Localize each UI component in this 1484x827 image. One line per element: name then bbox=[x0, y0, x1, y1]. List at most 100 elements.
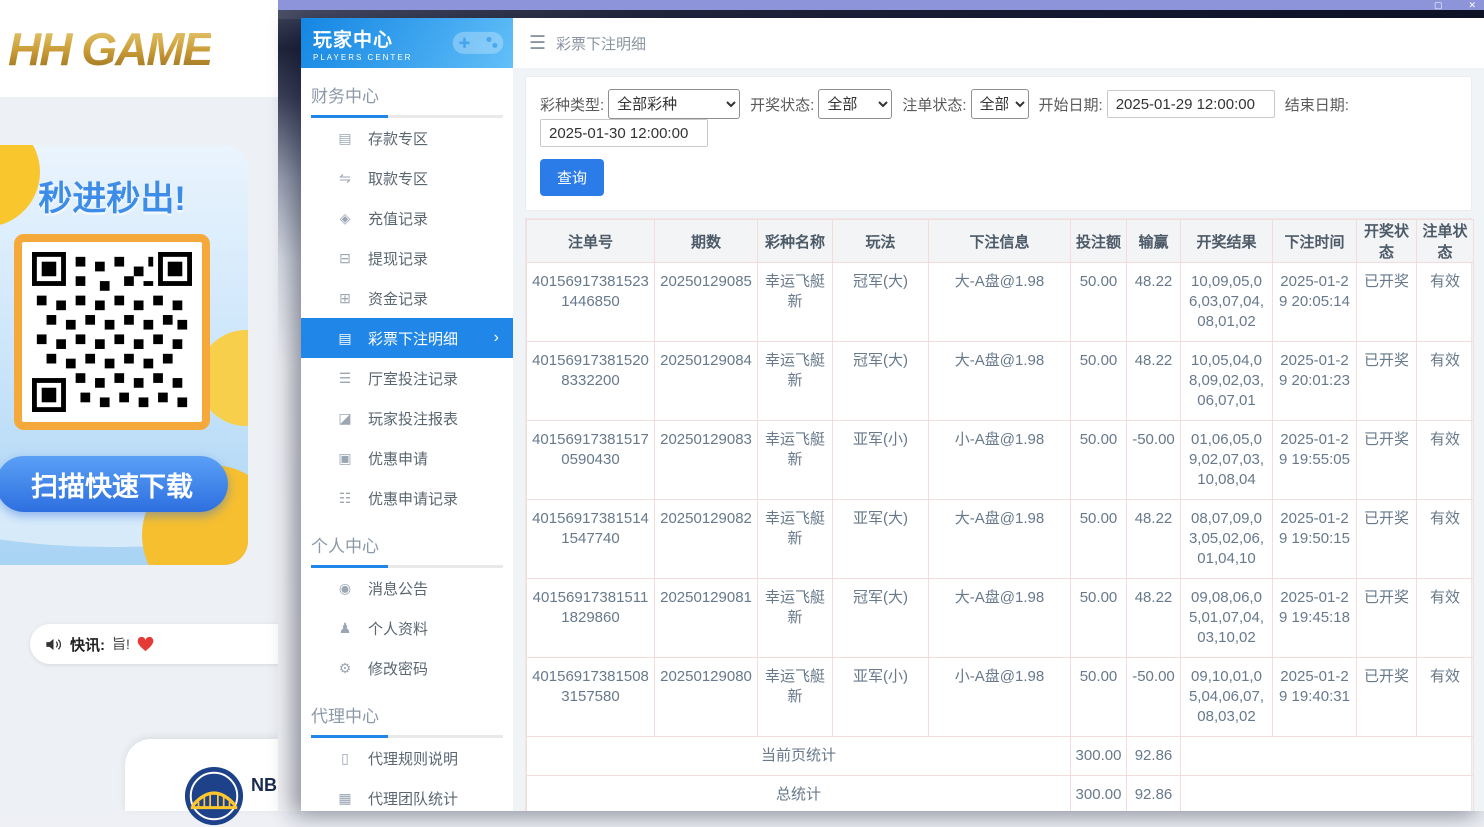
cell: 50.00 bbox=[1071, 500, 1127, 579]
cell: -50.00 bbox=[1127, 421, 1181, 500]
sidebar-item-promo-record[interactable]: ☷ 优惠申请记录 bbox=[301, 478, 513, 518]
cell: 2025-01-29 19:45:18 bbox=[1273, 579, 1357, 658]
funds-icon: ⊞ bbox=[337, 290, 353, 307]
lottery-type-select[interactable]: 全部彩种 bbox=[608, 89, 740, 119]
main-content: ☰ 彩票下注明细 彩种类型: 全部彩种 开奖状态: 全部 注单状态: 全部 bbox=[513, 18, 1484, 811]
cell: 2025-01-29 20:01:23 bbox=[1273, 342, 1357, 421]
sidebar-item-label: 代理规则说明 bbox=[368, 748, 458, 769]
sidebar-item-profile[interactable]: ♟ 个人资料 bbox=[301, 608, 513, 648]
cell: 幸运飞艇新 bbox=[758, 342, 833, 421]
promo-headline: 秒进秒出! bbox=[38, 171, 185, 220]
column-header: 下注时间 bbox=[1273, 220, 1357, 263]
cell: 大-A盘@1.98 bbox=[929, 263, 1071, 342]
end-date-input[interactable] bbox=[540, 119, 708, 147]
sidebar-item-change-password[interactable]: ⚙ 修改密码 bbox=[301, 648, 513, 688]
cell: 2025-01-29 19:50:15 bbox=[1273, 500, 1357, 579]
cell: 已开奖 bbox=[1357, 421, 1417, 500]
cell: 冠军(大) bbox=[833, 263, 929, 342]
sidebar-item-agent-rules[interactable]: ▯ 代理规则说明 bbox=[301, 738, 513, 778]
sidebar-item-withdraw[interactable]: ⇋ 取款专区 bbox=[301, 158, 513, 198]
bet-table: 注单号 期数 彩种名称 玩法 下注信息 投注额 输赢 开奖结果 下注时间 开奖状… bbox=[525, 218, 1472, 811]
sidebar-item-withdraw-record[interactable]: ⊟ 提现记录 bbox=[301, 238, 513, 278]
cell: 大-A盘@1.98 bbox=[929, 500, 1071, 579]
close-icon[interactable]: ✕ bbox=[1468, 1, 1476, 10]
cell: 幸运飞艇新 bbox=[758, 500, 833, 579]
nba-news-card[interactable]: NB bbox=[125, 739, 281, 811]
sidebar-item-label: 消息公告 bbox=[368, 578, 428, 599]
cell: 20250129081 bbox=[655, 579, 758, 658]
scan-download-button[interactable]: 扫描快速下载 bbox=[0, 456, 228, 512]
cell: 有效 bbox=[1417, 579, 1474, 658]
cell: -50.00 bbox=[1127, 658, 1181, 737]
sidebar-item-agent-team-stats[interactable]: ▦ 代理团队统计 bbox=[301, 778, 513, 811]
cell: 有效 bbox=[1417, 263, 1474, 342]
table-row: 401569173815170590430 20250129083 幸运飞艇新 … bbox=[527, 421, 1474, 500]
sidebar-item-promo-apply[interactable]: ▣ 优惠申请 bbox=[301, 438, 513, 478]
ticker-label: 快讯: bbox=[70, 634, 105, 655]
cell: 已开奖 bbox=[1357, 263, 1417, 342]
cell: 401569173815111829860 bbox=[527, 579, 655, 658]
cell: 50.00 bbox=[1071, 421, 1127, 500]
cell: 20250129080 bbox=[655, 658, 758, 737]
sidebar-item-hall-bet-record[interactable]: ☰ 厅室投注记录 bbox=[301, 358, 513, 398]
hamburger-icon[interactable]: ☰ bbox=[529, 32, 546, 55]
qr-code-image bbox=[32, 252, 192, 412]
sidebar-item-recharge-record[interactable]: ◈ 充值记录 bbox=[301, 198, 513, 238]
sidebar-item-label: 优惠申请 bbox=[368, 448, 428, 469]
summary-winloss-total: 92.86 bbox=[1127, 776, 1181, 812]
window-titlebar: ▢ ✕ bbox=[278, 0, 1484, 10]
cell: 08,07,09,03,05,02,06,01,04,10 bbox=[1181, 500, 1273, 579]
column-header: 下注信息 bbox=[929, 220, 1071, 263]
cell: 09,08,06,05,01,07,04,03,10,02 bbox=[1181, 579, 1273, 658]
section-title-personal: 个人中心 bbox=[311, 532, 503, 557]
cell: 小-A盘@1.98 bbox=[929, 421, 1071, 500]
cell: 09,10,01,05,04,06,07,08,03,02 bbox=[1181, 658, 1273, 737]
cell: 已开奖 bbox=[1357, 579, 1417, 658]
section-divider bbox=[311, 115, 503, 118]
cell: 48.22 bbox=[1127, 263, 1181, 342]
players-center-panel: 玩家中心 PLAYERS CENTER 财务中心 ▤ 存款专区 ⇋ 取款专区 ◈… bbox=[301, 18, 1484, 811]
gamepad-icon bbox=[451, 25, 505, 59]
draw-status-select[interactable]: 全部 bbox=[818, 89, 892, 119]
rows-icon: ☰ bbox=[337, 370, 353, 387]
sidebar-item-notices[interactable]: ◉ 消息公告 bbox=[301, 568, 513, 608]
section-title-finance: 财务中心 bbox=[311, 82, 503, 107]
cell: 401569173815208332200 bbox=[527, 342, 655, 421]
summary-bet-total: 300.00 bbox=[1071, 776, 1127, 812]
cell: 2025-01-29 19:55:05 bbox=[1273, 421, 1357, 500]
column-header: 开奖结果 bbox=[1181, 220, 1273, 263]
bell-icon: ◉ bbox=[337, 580, 353, 597]
cell: 幸运飞艇新 bbox=[758, 658, 833, 737]
cell: 有效 bbox=[1417, 421, 1474, 500]
cell: 幸运飞艇新 bbox=[758, 579, 833, 658]
section-divider bbox=[311, 735, 503, 738]
sidebar-item-funds-record[interactable]: ⊞ 资金记录 bbox=[301, 278, 513, 318]
order-status-select[interactable]: 全部 bbox=[971, 89, 1029, 119]
table-row: 401569173815208332200 20250129084 幸运飞艇新 … bbox=[527, 342, 1474, 421]
search-button[interactable]: 查询 bbox=[540, 159, 604, 196]
background-page: HH GAME 秒进秒出! bbox=[0, 0, 280, 811]
sidebar-item-lottery-bet-detail[interactable]: ▤ 彩票下注明细 › bbox=[301, 318, 513, 358]
order-status-label: 注单状态: bbox=[902, 94, 966, 115]
sidebar-item-label: 存款专区 bbox=[368, 128, 428, 149]
page-backdrop bbox=[278, 0, 301, 811]
start-date-label: 开始日期: bbox=[1039, 94, 1103, 115]
document-icon: ▯ bbox=[337, 750, 353, 767]
cell: 亚军(小) bbox=[833, 421, 929, 500]
maximize-icon[interactable]: ▢ bbox=[1434, 1, 1443, 10]
column-header: 输赢 bbox=[1127, 220, 1181, 263]
sidebar-item-player-report[interactable]: ◪ 玩家投注报表 bbox=[301, 398, 513, 438]
news-icon: ▦ bbox=[337, 790, 353, 807]
cell: 401569173815083157580 bbox=[527, 658, 655, 737]
heart-icon bbox=[137, 636, 154, 652]
start-date-input[interactable] bbox=[1107, 90, 1275, 118]
cell: 01,06,05,09,02,07,03,10,08,04 bbox=[1181, 421, 1273, 500]
ticker-text: 旨! bbox=[112, 634, 130, 654]
sidebar-item-deposit[interactable]: ▤ 存款专区 bbox=[301, 118, 513, 158]
filter-bar: 彩种类型: 全部彩种 开奖状态: 全部 注单状态: 全部 开始日期: 结束日期: bbox=[525, 76, 1472, 211]
lottery-type-label: 彩种类型: bbox=[540, 94, 604, 115]
column-header: 注单号 bbox=[527, 220, 655, 263]
sidebar-item-label: 玩家投注报表 bbox=[368, 408, 458, 429]
cell: 2025-01-29 20:05:14 bbox=[1273, 263, 1357, 342]
cell: 有效 bbox=[1417, 658, 1474, 737]
